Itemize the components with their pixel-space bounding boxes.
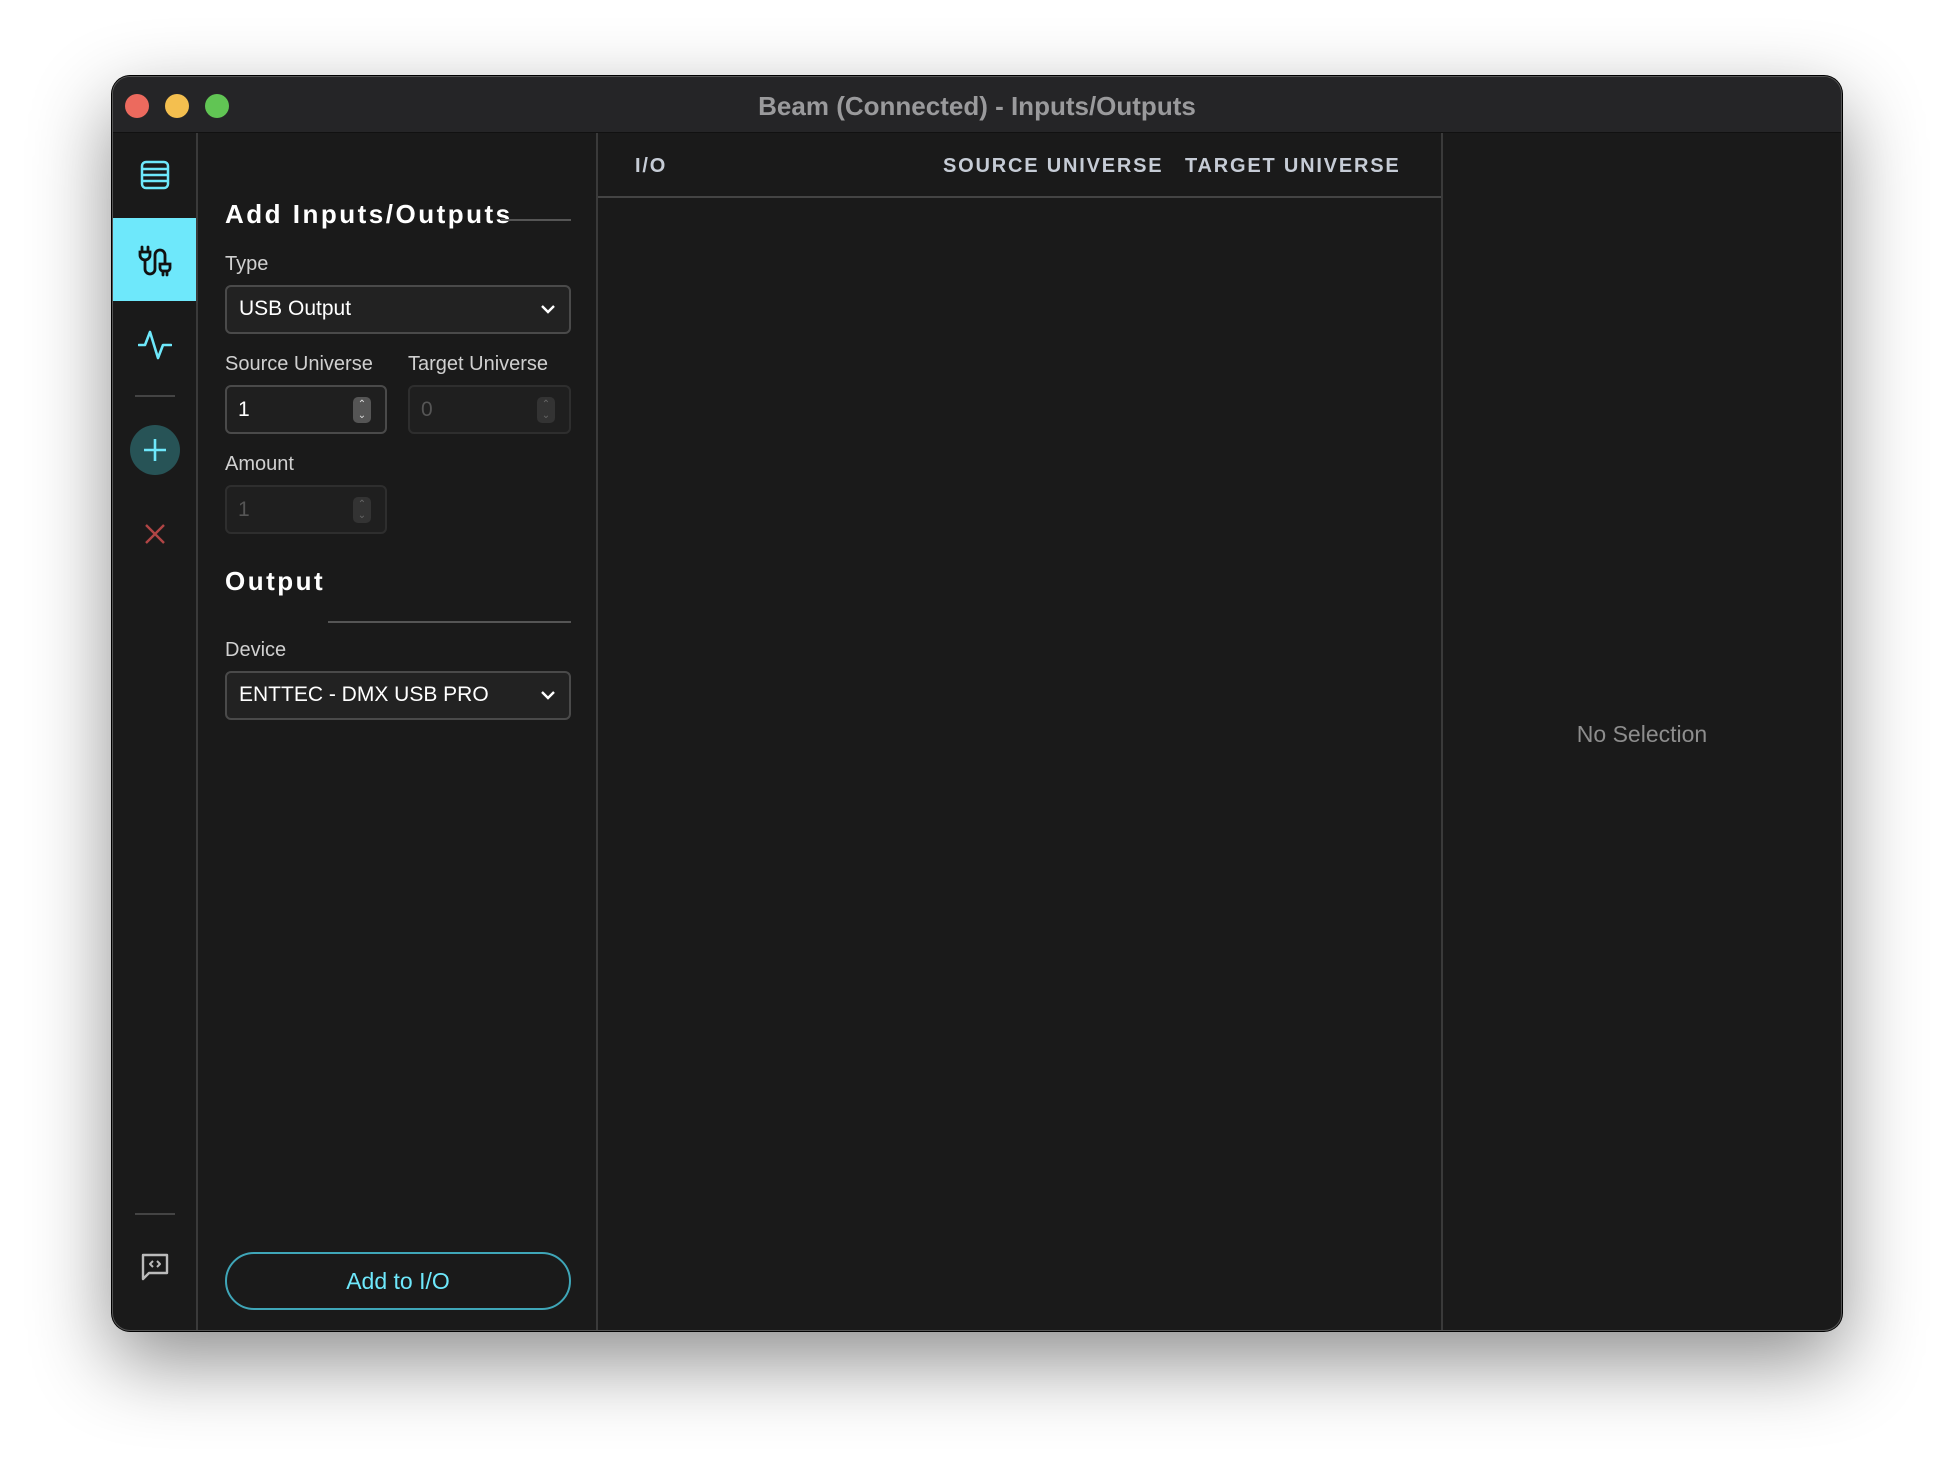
target-universe-value: 0 [421,398,433,421]
table-header: I/O SOURCE UNIVERSE TARGET UNIVERSE [598,133,1441,198]
stepper-arrows: ⌃ ⌄ [537,397,555,423]
amount-label: Amount [225,453,294,475]
source-universe-stepper[interactable]: 1 ⌃ ⌄ [225,385,387,434]
title-bar: Beam (Connected) - Inputs/Outputs [113,77,1841,133]
sidebar-item-console[interactable] [113,1237,196,1297]
activity-pulse-icon [137,330,172,360]
add-to-io-button[interactable]: Add to I/O [225,1252,571,1310]
output-heading: Output [225,566,326,596]
list-icon [140,160,169,190]
sidebar-divider [135,395,175,397]
type-label: Type [225,253,269,275]
io-table: I/O SOURCE UNIVERSE TARGET UNIVERSE [598,133,1443,1330]
amount-value: 1 [238,498,250,521]
type-select[interactable]: USB Output [225,285,571,334]
column-header-io[interactable]: I/O [635,155,667,178]
column-header-target-universe[interactable]: TARGET UNIVERSE [1185,155,1401,178]
stepper-arrows: ⌃ ⌄ [353,497,371,523]
sidebar-item-activity[interactable] [113,315,196,375]
chevron-down-icon [541,305,555,314]
window-title: Beam (Connected) - Inputs/Outputs [758,91,1196,121]
code-chat-icon [141,1253,168,1281]
plug-cable-icon [138,245,171,276]
stepper-arrows[interactable]: ⌃ ⌄ [353,397,371,423]
close-x-icon [144,524,165,544]
device-select[interactable]: ENTTEC - DMX USB PRO [225,671,571,720]
target-universe-label: Target Universe [408,353,549,375]
device-select-value: ENTTEC - DMX USB PRO [239,683,489,706]
column-header-source-universe[interactable]: SOURCE UNIVERSE [943,155,1163,178]
amount-stepper: 1 ⌃ ⌄ [225,485,387,534]
target-universe-stepper: 0 ⌃ ⌄ [408,385,571,434]
no-selection-text: No Selection [1576,721,1708,747]
source-universe-label: Source Universe [225,353,373,375]
add-button[interactable] [113,420,196,480]
source-universe-value: 1 [238,398,250,421]
plus-icon [143,439,166,461]
add-io-panel: Add Inputs/Outputs Type USB Output Sourc… [198,133,598,1330]
delete-button[interactable] [113,504,196,564]
sidebar-divider [135,1213,175,1215]
sidebar [113,133,198,1330]
add-io-heading: Add Inputs/Outputs [225,199,513,229]
device-label: Device [225,639,287,661]
heading-rule [328,621,571,623]
heading-rule [501,219,571,221]
app-window: Beam (Connected) - Inputs/Outputs Add In… [112,76,1842,1331]
sidebar-item-settings[interactable] [113,1322,196,1330]
sidebar-item-inputs-outputs[interactable] [113,218,196,301]
chevron-down-icon [541,691,555,700]
type-select-value: USB Output [239,297,352,320]
sidebar-item-list[interactable] [113,145,196,205]
